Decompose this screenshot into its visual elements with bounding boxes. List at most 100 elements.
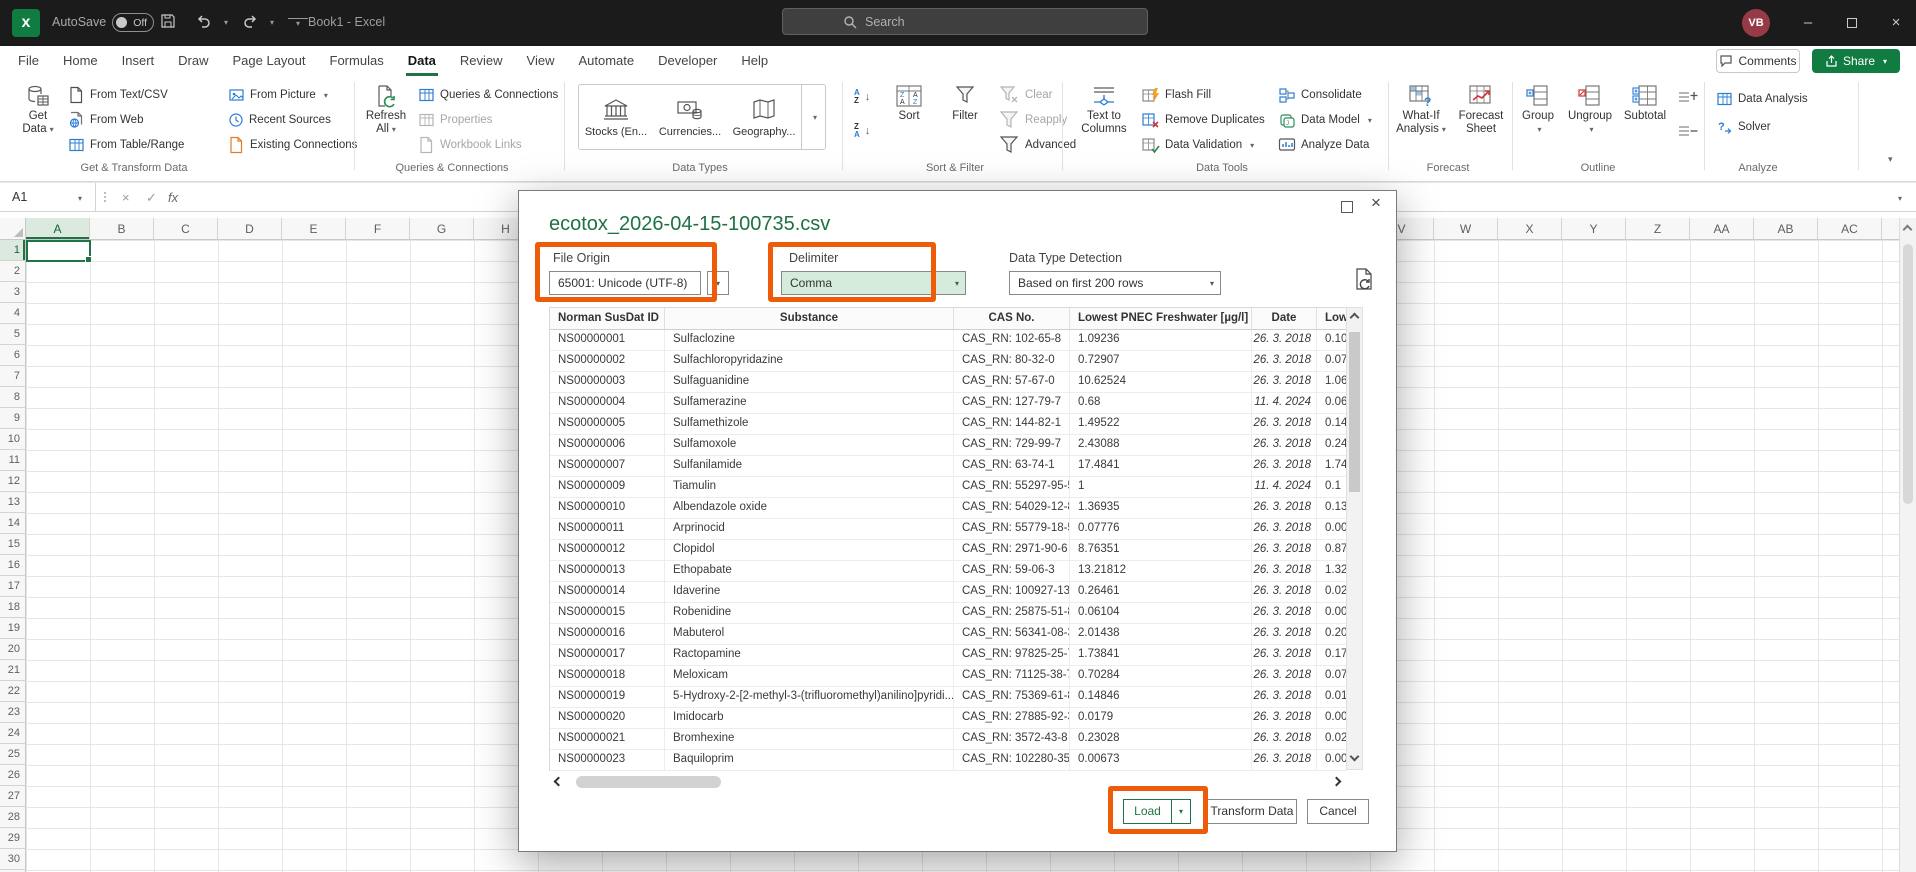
close-button[interactable]: × xyxy=(1874,0,1916,46)
advanced-filter-button[interactable]: Advanced xyxy=(998,134,1076,156)
sort-descending-button[interactable]: ZA↓ xyxy=(854,120,870,142)
row-header-16[interactable]: 16 xyxy=(0,555,26,576)
formula-bar-splitter[interactable] xyxy=(104,192,106,194)
column-header-AB[interactable]: AB xyxy=(1754,218,1818,240)
transform-data-button[interactable]: Transform Data xyxy=(1207,799,1297,824)
subtotal-button[interactable]: Subtotal xyxy=(1620,82,1670,160)
tab-automate[interactable]: Automate xyxy=(576,46,636,76)
scroll-down-icon[interactable] xyxy=(1350,752,1360,762)
column-header-W[interactable]: W xyxy=(1434,218,1498,240)
chevron-down-icon[interactable]: ▾ xyxy=(1210,279,1214,288)
data-type-detection-select[interactable]: Based on first 200 rows▾ xyxy=(1009,271,1221,295)
dialog-close-icon[interactable]: × xyxy=(1371,193,1381,213)
insert-function-icon[interactable]: fx xyxy=(168,183,178,212)
show-detail-button[interactable] xyxy=(1678,86,1698,108)
row-header-18[interactable]: 18 xyxy=(0,597,26,618)
row-header-2[interactable]: 2 xyxy=(0,261,26,282)
row-header-26[interactable]: 26 xyxy=(0,765,26,786)
select-all-corner[interactable] xyxy=(0,218,26,240)
row-header-30[interactable]: 30 xyxy=(0,849,26,870)
row-header-6[interactable]: 6 xyxy=(0,345,26,366)
column-header-Y[interactable]: Y xyxy=(1562,218,1626,240)
clear-filter-button[interactable]: Clear xyxy=(998,84,1052,106)
load-options-chevron-icon[interactable]: ▾ xyxy=(1171,800,1190,823)
geography-button[interactable]: Geography... xyxy=(727,85,801,149)
solver-button[interactable]: ?Solver xyxy=(1716,116,1771,138)
remove-duplicates-button[interactable]: Remove Duplicates xyxy=(1142,109,1265,131)
preview-vertical-scrollbar[interactable] xyxy=(1346,307,1363,770)
row-header-3[interactable]: 3 xyxy=(0,282,26,303)
filter-button[interactable]: Filter xyxy=(942,82,988,160)
reapply-button[interactable]: Reapply xyxy=(998,109,1067,131)
tab-formulas[interactable]: Formulas xyxy=(328,46,386,76)
maximize-button[interactable] xyxy=(1830,0,1874,46)
column-header-F[interactable]: F xyxy=(346,218,410,240)
from-text-csv-button[interactable]: From Text/CSV xyxy=(68,84,168,106)
what-if-analysis-button[interactable]: ? What-If Analysis▾ xyxy=(1392,82,1450,160)
excel-logo-icon[interactable]: x xyxy=(12,9,40,37)
row-header-28[interactable]: 28 xyxy=(0,807,26,828)
from-table-range-button[interactable]: From Table/Range xyxy=(68,134,184,156)
preview-horizontal-scrollbar[interactable] xyxy=(549,773,1346,791)
tab-view[interactable]: View xyxy=(525,46,557,76)
column-header-Z[interactable]: Z xyxy=(1626,218,1690,240)
tab-draw[interactable]: Draw xyxy=(176,46,210,76)
undo-chevron-icon[interactable]: ▾ xyxy=(216,18,236,38)
tab-review[interactable]: Review xyxy=(458,46,505,76)
row-header-20[interactable]: 20 xyxy=(0,639,26,660)
row-header-8[interactable]: 8 xyxy=(0,387,26,408)
currencies-button[interactable]: Currencies... xyxy=(653,85,727,149)
existing-connections-button[interactable]: Existing Connections xyxy=(228,134,357,156)
file-origin-chevron-icon[interactable]: ▾ xyxy=(707,271,729,295)
analyze-data-button[interactable]: Analyze Data xyxy=(1278,134,1369,156)
sort-button[interactable]: ZAAZ Sort xyxy=(886,82,932,160)
column-header-C[interactable]: C xyxy=(154,218,218,240)
scrollbar-thumb[interactable] xyxy=(1903,244,1913,504)
flash-fill-button[interactable]: Flash Fill xyxy=(1142,84,1211,106)
scroll-left-icon[interactable] xyxy=(554,777,564,787)
hide-detail-button[interactable] xyxy=(1678,120,1698,142)
row-header-9[interactable]: 9 xyxy=(0,408,26,429)
load-button[interactable]: Load xyxy=(1124,800,1171,823)
ungroup-button[interactable]: Ungroup ▾ xyxy=(1564,82,1616,160)
row-header-29[interactable]: 29 xyxy=(0,828,26,849)
text-to-columns-button[interactable]: Text to Columns xyxy=(1076,82,1132,160)
row-header-19[interactable]: 19 xyxy=(0,618,26,639)
sheet-vertical-scrollbar[interactable] xyxy=(1899,218,1916,872)
from-web-button[interactable]: From Web xyxy=(68,109,143,131)
chevron-down-icon[interactable]: ▾ xyxy=(955,279,959,288)
row-header-15[interactable]: 15 xyxy=(0,534,26,555)
scrollbar-thumb[interactable] xyxy=(576,776,721,788)
tab-home[interactable]: Home xyxy=(61,46,100,76)
file-origin-select[interactable]: 65001: Unicode (UTF-8) xyxy=(549,271,701,295)
row-header-24[interactable]: 24 xyxy=(0,723,26,744)
tab-insert[interactable]: Insert xyxy=(120,46,157,76)
customize-qat-icon[interactable]: ▾ xyxy=(288,18,308,38)
column-header-G[interactable]: G xyxy=(410,218,474,240)
consolidate-button[interactable]: Consolidate xyxy=(1278,84,1362,106)
tab-help[interactable]: Help xyxy=(739,46,770,76)
column-header-B[interactable]: B xyxy=(90,218,154,240)
row-header-13[interactable]: 13 xyxy=(0,492,26,513)
row-header-11[interactable]: 11 xyxy=(0,450,26,471)
row-header-1[interactable]: 1 xyxy=(0,240,26,261)
row-header-25[interactable]: 25 xyxy=(0,744,26,765)
queries-connections-button[interactable]: Queries & Connections xyxy=(418,84,558,106)
collapse-ribbon-icon[interactable]: ▾ xyxy=(1888,154,1893,165)
dialog-maximize-icon[interactable] xyxy=(1341,201,1353,213)
tab-page-layout[interactable]: Page Layout xyxy=(231,46,308,76)
name-box-chevron-icon[interactable]: ▾ xyxy=(78,194,82,203)
from-picture-button[interactable]: From Picture▾ xyxy=(228,84,328,106)
row-header-22[interactable]: 22 xyxy=(0,681,26,702)
forecast-sheet-button[interactable]: Forecast Sheet xyxy=(1454,82,1508,160)
row-header-7[interactable]: 7 xyxy=(0,366,26,387)
save-icon[interactable] xyxy=(160,13,180,33)
tab-developer[interactable]: Developer xyxy=(656,46,719,76)
column-header-D[interactable]: D xyxy=(218,218,282,240)
selected-cell[interactable] xyxy=(26,240,91,262)
column-header-X[interactable]: X xyxy=(1498,218,1562,240)
data-analysis-button[interactable]: Data Analysis xyxy=(1716,88,1808,110)
column-header-A[interactable]: A xyxy=(26,218,90,240)
properties-button[interactable]: Properties xyxy=(418,109,492,131)
row-header-21[interactable]: 21 xyxy=(0,660,26,681)
